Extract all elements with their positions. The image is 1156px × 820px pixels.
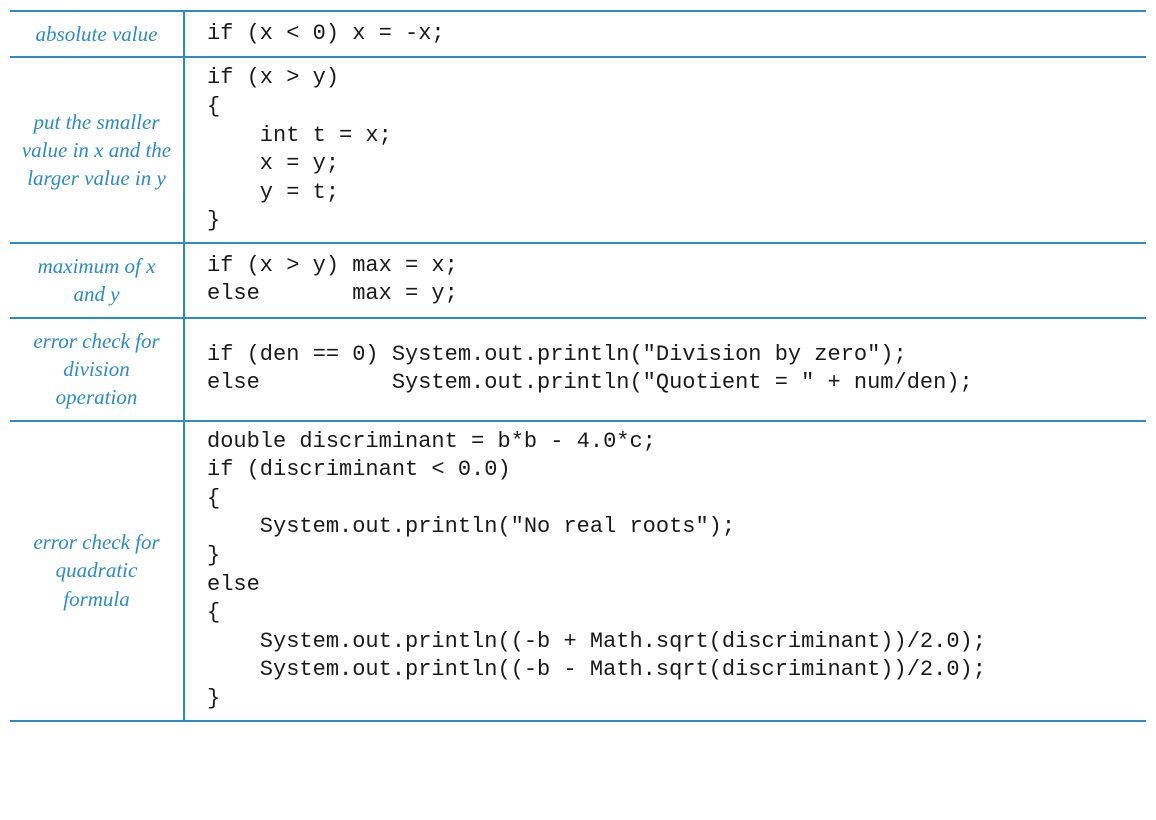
code-block: if (x > y) { int t = x; x = y; y = t; } — [207, 64, 392, 236]
table-row: error check for quadratic formula double… — [10, 420, 1146, 722]
code-block: if (x > y) max = x; else max = y; — [207, 252, 458, 309]
row-code-absolute-value: if (x < 0) x = -x; — [185, 12, 1146, 56]
code-block: double discriminant = b*b - 4.0*c; if (d… — [207, 428, 986, 714]
table-row: put the smaller value in x and the large… — [10, 56, 1146, 242]
row-code-quadratic: double discriminant = b*b - 4.0*c; if (d… — [185, 422, 1146, 720]
code-examples-table: absolute value if (x < 0) x = -x; put th… — [10, 10, 1146, 722]
code-block: if (den == 0) System.out.println("Divisi… — [207, 341, 973, 398]
row-label-absolute-value: absolute value — [10, 12, 185, 56]
row-label-division-check: error check for division operation — [10, 319, 185, 420]
code-block: if (x < 0) x = -x; — [207, 20, 445, 49]
table-row: error check for division operation if (d… — [10, 317, 1146, 420]
row-label-maximum: maximum of x and y — [10, 244, 185, 317]
table-row: maximum of x and y if (x > y) max = x; e… — [10, 242, 1146, 317]
row-label-swap: put the smaller value in x and the large… — [10, 58, 185, 242]
row-code-maximum: if (x > y) max = x; else max = y; — [185, 244, 1146, 317]
row-code-division-check: if (den == 0) System.out.println("Divisi… — [185, 319, 1146, 420]
row-code-swap: if (x > y) { int t = x; x = y; y = t; } — [185, 58, 1146, 242]
row-label-quadratic: error check for quadratic formula — [10, 422, 185, 720]
table-row: absolute value if (x < 0) x = -x; — [10, 10, 1146, 56]
